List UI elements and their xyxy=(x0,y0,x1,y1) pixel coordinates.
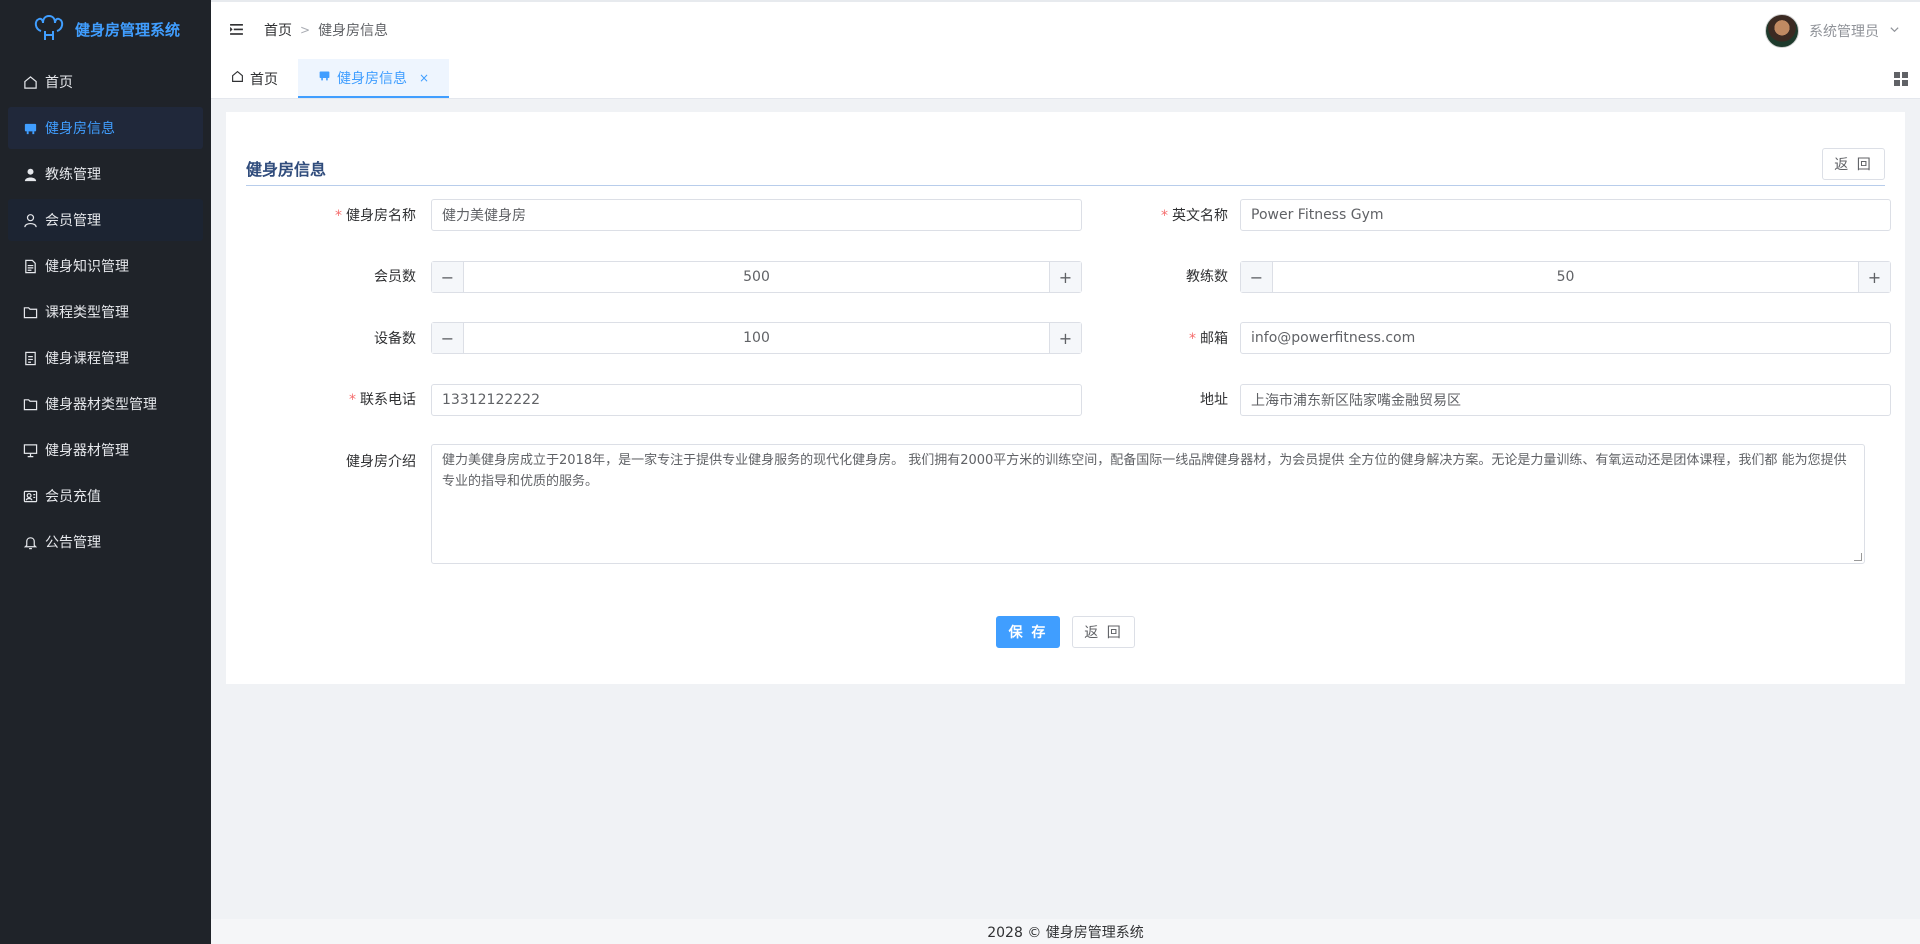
footer: 2028 © 健身房管理系统 xyxy=(211,919,1920,944)
sidebar-item-label: 健身知识管理 xyxy=(45,259,129,275)
sidebar-item-label: 会员管理 xyxy=(45,213,101,229)
members-label: 会员数 xyxy=(374,269,416,285)
wallet-icon xyxy=(22,488,38,504)
equipment-decrease-button[interactable]: − xyxy=(432,323,464,353)
home-icon xyxy=(22,74,38,90)
top-header: 首页 > 健身房信息 系统管理员 xyxy=(211,0,1920,60)
intro-textarea[interactable]: 健力美健身房成立于2018年，是一家专注于提供专业健身服务的现代化健身房。 我们… xyxy=(431,444,1865,564)
intro-text[interactable]: 健力美健身房成立于2018年，是一家专注于提供专业健身服务的现代化健身房。 我们… xyxy=(442,453,1847,489)
sidebar-item-label: 健身器材管理 xyxy=(45,443,129,459)
coaches-decrease-button[interactable]: − xyxy=(1241,262,1273,292)
members-decrease-button[interactable]: − xyxy=(432,262,464,292)
folder-icon xyxy=(22,396,38,412)
user-name[interactable]: 系统管理员 xyxy=(1809,21,1879,41)
close-icon[interactable]: × xyxy=(419,71,429,85)
sidebar-item-label: 首页 xyxy=(45,75,73,91)
avatar[interactable] xyxy=(1765,14,1799,48)
card-header: 健身房信息 返 回 xyxy=(246,136,1885,186)
sidebar-item-label: 课程类型管理 xyxy=(45,305,129,321)
coaches-increase-button[interactable]: + xyxy=(1858,262,1890,292)
equipment-label: 设备数 xyxy=(374,331,416,347)
bell-icon xyxy=(22,534,38,550)
app-title: 健身房管理系统 xyxy=(74,20,180,39)
chevron-down-icon[interactable] xyxy=(1889,23,1900,39)
header-top-line xyxy=(211,0,1920,2)
folder-icon xyxy=(22,304,38,320)
address-label: 地址 xyxy=(1200,392,1228,408)
tab-label: 首页 xyxy=(250,71,278,88)
collapse-menu-icon[interactable] xyxy=(228,22,244,38)
sidebar-item-course-types[interactable]: 课程类型管理 xyxy=(8,291,203,333)
coaches-value[interactable]: 50 xyxy=(1273,262,1858,292)
breadcrumb-home[interactable]: 首页 xyxy=(264,20,292,40)
resize-handle-icon[interactable] xyxy=(1854,553,1862,561)
coaches-label: 教练数 xyxy=(1186,269,1228,285)
members-value[interactable]: 500 xyxy=(464,262,1049,292)
sidebar-item-coaches[interactable]: 教练管理 xyxy=(8,153,203,195)
document-icon xyxy=(22,258,38,274)
sidebar-item-label: 教练管理 xyxy=(45,167,101,183)
footer-text: 2028 © 健身房管理系统 xyxy=(987,924,1144,941)
sidebar-item-gym-info[interactable]: 健身房信息 xyxy=(8,107,203,149)
english-name-field[interactable]: Power Fitness Gym xyxy=(1240,199,1891,231)
equipment-stepper[interactable]: − 100 + xyxy=(431,322,1082,354)
sidebar-item-courses[interactable]: 健身课程管理 xyxy=(8,337,203,379)
phone-label: * 联系电话 xyxy=(349,392,416,408)
tab-bar: 首页 健身房信息 × xyxy=(211,59,1920,99)
user-filled-icon xyxy=(22,166,38,182)
tab-gym-info[interactable]: 健身房信息 × xyxy=(298,59,450,98)
sidebar-item-label: 公告管理 xyxy=(45,535,101,551)
equipment-value[interactable]: 100 xyxy=(464,323,1049,353)
user-icon xyxy=(22,212,38,228)
tab-label: 健身房信息 xyxy=(337,70,407,87)
equipment-increase-button[interactable]: + xyxy=(1049,323,1081,353)
sidebar-item-knowledge[interactable]: 健身知识管理 xyxy=(8,245,203,287)
sidebar-item-recharge[interactable]: 会员充值 xyxy=(8,475,203,517)
app-logo[interactable]: 健身房管理系统 xyxy=(0,0,211,58)
intro-label: 健身房介绍 xyxy=(346,454,416,470)
monitor-icon xyxy=(22,442,38,458)
sidebar-item-equipment-types[interactable]: 健身器材类型管理 xyxy=(8,383,203,425)
back-button-top[interactable]: 返 回 xyxy=(1822,148,1885,180)
sidebar-item-announcements[interactable]: 公告管理 xyxy=(8,521,203,563)
gym-icon xyxy=(22,120,38,136)
sidebar: 健身房管理系统 首页 健身房信息 教练管理 会员管理 健身知识管理 课程类型管理 xyxy=(0,0,211,944)
english-name-label: * 英文名称 xyxy=(1161,208,1228,224)
breadcrumb-separator-icon: > xyxy=(300,22,311,37)
sidebar-item-members[interactable]: 会员管理 xyxy=(8,199,203,241)
phone-field[interactable]: 13312122222 xyxy=(431,384,1082,416)
gym-name-field[interactable]: 健力美健身房 xyxy=(431,199,1082,231)
breadcrumb: 首页 > 健身房信息 xyxy=(264,20,388,40)
logo-icon xyxy=(31,11,67,47)
members-increase-button[interactable]: + xyxy=(1049,262,1081,292)
sidebar-item-home[interactable]: 首页 xyxy=(8,61,203,103)
coaches-stepper[interactable]: − 50 + xyxy=(1240,261,1891,293)
home-icon xyxy=(231,70,244,87)
page-title: 健身房信息 xyxy=(246,160,327,179)
breadcrumb-current: 健身房信息 xyxy=(318,22,389,39)
back-button[interactable]: 返 回 xyxy=(1072,616,1135,648)
gym-name-label: * 健身房名称 xyxy=(335,208,416,224)
gym-icon xyxy=(318,69,331,86)
sidebar-item-label: 健身器材类型管理 xyxy=(45,397,157,413)
tab-home[interactable]: 首页 xyxy=(211,59,298,98)
user-menu[interactable]: 系统管理员 xyxy=(1765,14,1900,48)
gym-info-card: 健身房信息 返 回 * 健身房名称 健力美健身房 * 英文名称 Power Fitn… xyxy=(226,112,1905,684)
email-label: * 邮箱 xyxy=(1189,331,1228,347)
address-field[interactable]: 上海市浦东新区陆家嘴金融贸易区 xyxy=(1240,384,1891,416)
sidebar-item-label: 会员充值 xyxy=(45,489,101,505)
sidebar-menu: 首页 健身房信息 教练管理 会员管理 健身知识管理 课程类型管理 健身课程管理 xyxy=(0,61,211,563)
sidebar-item-equipment[interactable]: 健身器材管理 xyxy=(8,429,203,471)
members-stepper[interactable]: − 500 + xyxy=(431,261,1082,293)
email-field[interactable]: info@powerfitness.com xyxy=(1240,322,1891,354)
sidebar-item-label: 健身课程管理 xyxy=(45,351,129,367)
tickets-icon xyxy=(22,350,38,366)
save-button[interactable]: 保 存 xyxy=(996,616,1060,648)
sidebar-item-label: 健身房信息 xyxy=(45,121,115,137)
grid-menu-icon[interactable] xyxy=(1894,72,1908,86)
